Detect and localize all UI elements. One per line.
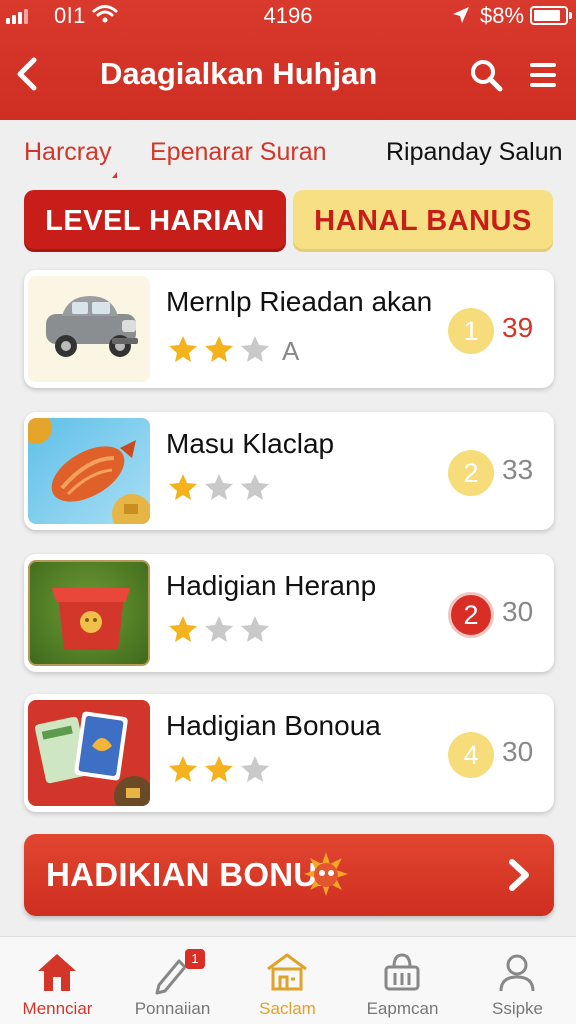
star-empty-icon — [205, 474, 233, 500]
reward-count: 33 — [502, 454, 534, 485]
battery-tip — [569, 12, 572, 19]
cards-thumbnail — [28, 700, 150, 806]
bonus-label: HADIKIAN BONUX — [46, 856, 340, 893]
star-empty-icon — [241, 616, 269, 642]
app-header: 0l1 4196 $8% Daagialkan Huhjan — [0, 0, 576, 120]
card-title: Hadigian Bonoua — [166, 710, 381, 741]
search-icon[interactable] — [468, 57, 504, 93]
bottom-nav: Mennciar 1 Ponnaiian Saclam Eapmcan Ssip… — [0, 936, 576, 1024]
playing-cards-icon — [34, 711, 150, 806]
star-filled-icon — [169, 616, 197, 642]
level-badge: 1 — [448, 308, 494, 354]
list-item[interactable]: Mernlp Rieadan akan A 1 39 — [24, 270, 554, 388]
home-icon — [38, 954, 76, 991]
car-icon — [46, 296, 138, 357]
basket-icon — [384, 953, 420, 991]
star-empty-icon — [241, 756, 269, 782]
battery-percent: $8% — [480, 3, 525, 28]
star-empty-icon — [205, 616, 233, 642]
nav-label: Mennciar — [22, 999, 93, 1018]
store-icon — [267, 953, 307, 991]
reward-count: 30 — [502, 736, 534, 767]
profile-icon — [499, 954, 535, 992]
location-arrow-icon — [453, 7, 469, 23]
star-rating — [168, 472, 270, 502]
card-title: Mernlp Rieadan akan — [166, 286, 433, 317]
list-item[interactable]: Hadigian Bonoua 4 30 — [24, 694, 554, 812]
red-box-thumbnail — [28, 560, 150, 666]
nav-label: Ponnaiian — [134, 999, 211, 1018]
fireball-icon — [304, 852, 348, 896]
hanal-banus-button[interactable]: HANAL BANUS — [293, 190, 553, 252]
nav-label: Ssipke — [491, 999, 544, 1018]
status-bar: 0l1 4196 $8% — [0, 0, 576, 34]
level-badge: 2 — [448, 450, 494, 496]
nav-item-ponnaiian[interactable]: 1 Ponnaiian — [115, 937, 230, 1024]
level-badge: 2 — [448, 592, 494, 638]
star-filled-icon — [205, 756, 233, 782]
level-harian-button[interactable]: LEVEL HARIAN — [24, 190, 286, 252]
roasted-fish-thumbnail — [28, 418, 150, 524]
star-filled-icon — [169, 474, 197, 500]
nav-label: Eapmcan — [366, 999, 439, 1018]
car-thumbnail — [28, 276, 150, 382]
nav-label: Saclam — [259, 999, 316, 1018]
card-title: Masu Klaclap — [166, 428, 335, 459]
star-filled-icon — [169, 335, 197, 362]
level-badge: 4 — [448, 732, 494, 778]
menu-icon[interactable] — [528, 60, 558, 90]
star-filled-icon — [169, 756, 197, 782]
nav-item-home[interactable]: Mennciar — [0, 937, 115, 1024]
subtab-ripanday[interactable]: Ripanday Salun — [386, 138, 563, 167]
list-item[interactable]: Hadigian Heranp 2 30 — [24, 554, 554, 672]
nav-item-ssipke[interactable]: Ssipke — [460, 937, 575, 1024]
subtab-epenarar[interactable]: Epenarar Suran — [150, 138, 327, 167]
star-rating — [168, 754, 270, 784]
star-empty-icon — [241, 335, 269, 362]
bonus-button[interactable]: HADIKIAN BONUX — [24, 834, 554, 916]
red-box-icon — [52, 588, 130, 650]
sub-tabs: Harcray Epenarar Suran Ripanday Salun — [0, 120, 576, 184]
notification-badge: 1 — [185, 949, 205, 969]
card-title: Hadigian Heranp — [166, 570, 377, 601]
reward-count: 39 — [502, 312, 534, 343]
page-title: Daagialkan Huhjan — [100, 56, 378, 91]
star-rating: A — [168, 330, 299, 367]
chevron-left-icon[interactable] — [8, 54, 44, 94]
list-item[interactable]: Masu Klaclap 2 33 — [24, 412, 554, 530]
active-tab-marker — [112, 172, 117, 178]
nav-item-saclam[interactable]: Saclam — [230, 937, 345, 1024]
nav-item-eapmcan[interactable]: Eapmcan — [345, 937, 460, 1024]
star-rating — [168, 614, 270, 644]
battery-icon — [530, 6, 568, 25]
reward-count: 30 — [502, 596, 534, 627]
chevron-right-icon — [509, 859, 529, 891]
subtab-harcray[interactable]: Harcray — [24, 138, 112, 167]
star-empty-icon — [241, 474, 269, 500]
star-filled-icon — [205, 335, 233, 362]
rating-extra: A — [282, 336, 300, 366]
fish-icon — [28, 418, 150, 524]
